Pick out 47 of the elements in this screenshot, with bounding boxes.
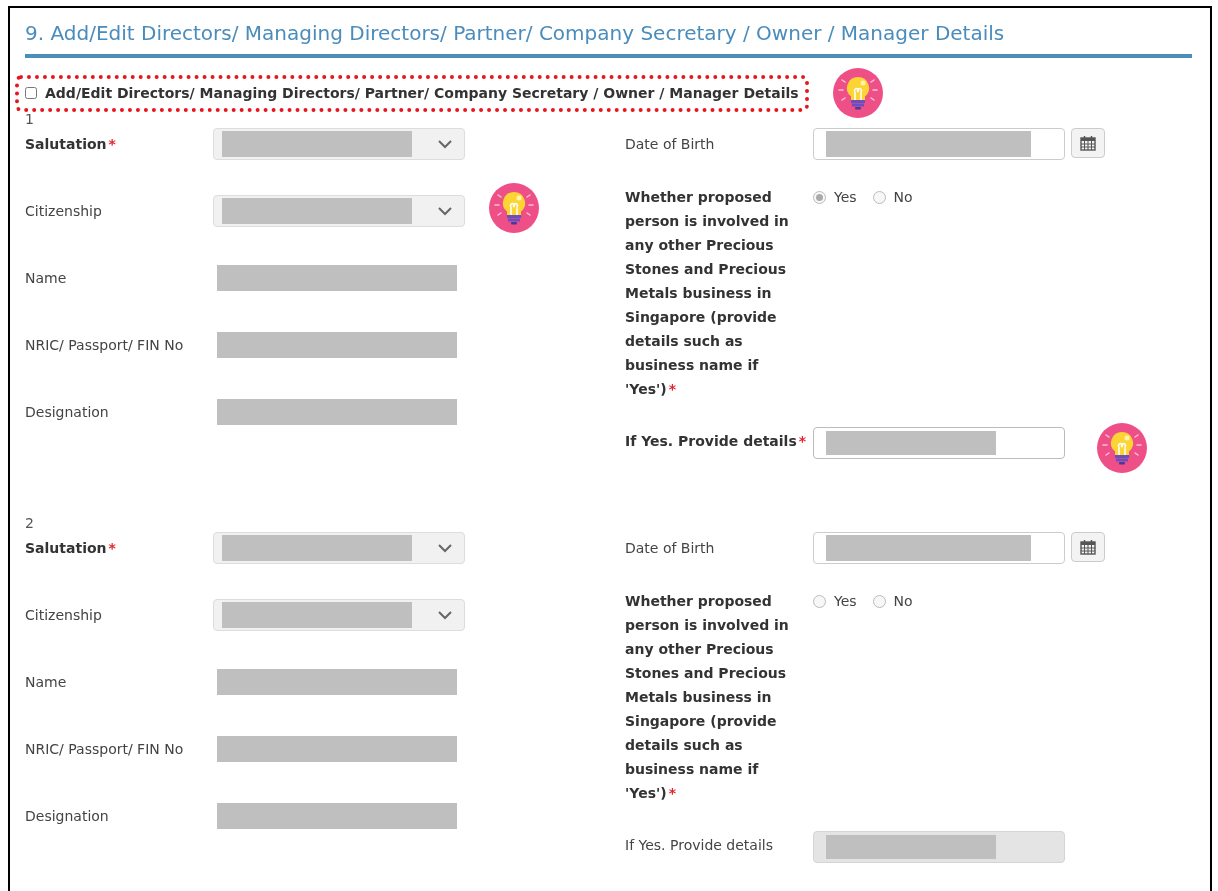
field-label: Citizenship (25, 607, 102, 623)
details-field[interactable] (813, 427, 1065, 459)
field-label: Whether proposed person is involved in any other Precious Stones and Precious Metals business in Singapore (provide details such as business name if 'Yes')* (625, 189, 789, 397)
chevron-down-icon (438, 543, 452, 553)
lightbulb-icon (832, 68, 883, 118)
chevron-down-icon (438, 610, 452, 620)
field-label: NRIC/ Passport/ FIN No (25, 741, 184, 757)
date-field[interactable] (813, 532, 1065, 564)
field-label: Name (25, 270, 67, 286)
field-label: NRIC/ Passport/ FIN No (25, 337, 184, 353)
field-label: Designation (25, 808, 109, 824)
date-field[interactable] (813, 128, 1065, 160)
field-label: Designation (25, 404, 109, 420)
checkbox[interactable] (25, 87, 37, 99)
lightbulb-icon (489, 183, 539, 233)
field-label: If Yes. Provide details (625, 837, 773, 853)
field-label: Date of Birth (625, 136, 715, 152)
calendar-button[interactable] (1071, 128, 1105, 158)
calendar-icon (1080, 135, 1096, 151)
radio-option[interactable]: No (872, 591, 913, 612)
radio-button[interactable] (813, 191, 826, 204)
radio-button[interactable] (872, 191, 886, 204)
field-label: Whether proposed person is involved in any other Precious Stones and Precious Metals business in Singapore (provide details such as business name if 'Yes')* (625, 593, 789, 801)
chevron-down-icon (438, 139, 452, 149)
entry-number: 1 (25, 110, 35, 128)
lightbulb-icon (1097, 423, 1147, 473)
field-label: Salutation* (25, 136, 116, 152)
dropdown-field[interactable] (213, 195, 465, 227)
radio-option[interactable]: Yes (813, 187, 857, 208)
field-label: Date of Birth (625, 540, 715, 556)
entry-number: 2 (25, 514, 35, 532)
section-title: 9. Add/Edit Directors/ Managing Directors/ Partner/ Company Secretary / Owner / Manager Details (25, 20, 1006, 46)
calendar-button[interactable] (1071, 532, 1105, 562)
dropdown-field[interactable] (213, 128, 465, 160)
radio-option[interactable]: Yes (813, 591, 857, 612)
dropdown-field[interactable] (213, 532, 465, 564)
field-label: If Yes. Provide details* (625, 433, 807, 449)
chevron-down-icon (438, 206, 452, 216)
dropdown-field[interactable] (213, 599, 465, 631)
checkbox-label: Add/Edit Directors/ Managing Directors/ Partner/ Company Secretary / Owner / Manager Details (45, 83, 799, 103)
field-label: Name (25, 674, 67, 690)
field-label: Salutation* (25, 540, 116, 556)
radio-button[interactable] (813, 595, 826, 608)
radio-button[interactable] (872, 595, 886, 608)
calendar-icon (1080, 539, 1096, 555)
field-label: Citizenship (25, 203, 102, 219)
radio-option[interactable]: No (872, 187, 913, 208)
